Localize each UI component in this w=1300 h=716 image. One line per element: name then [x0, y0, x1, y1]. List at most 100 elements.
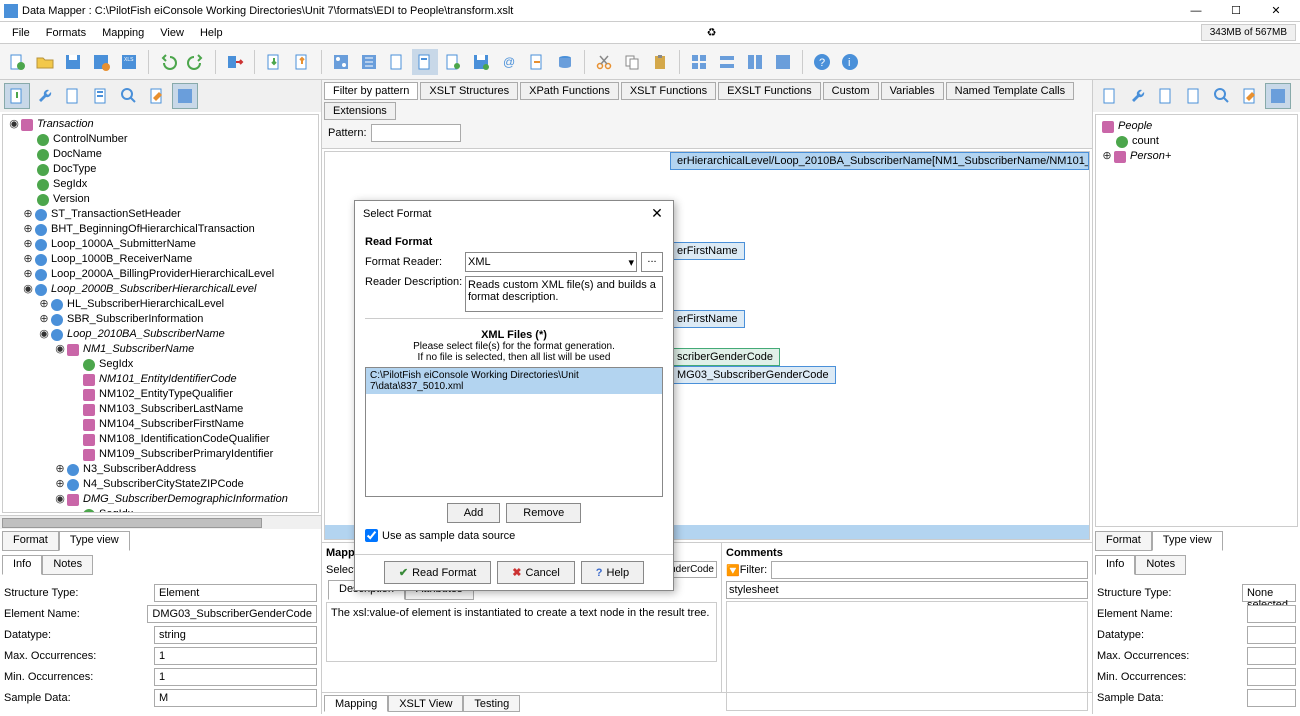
right-tb-1-icon[interactable] [1097, 83, 1123, 109]
tree-node[interactable]: BHT_BeginningOfHierarchicalTransaction [49, 222, 257, 237]
grid-2-icon[interactable] [714, 49, 740, 75]
tree-node[interactable]: Loop_1000B_ReceiverName [49, 252, 194, 267]
min-occ-field[interactable] [1247, 668, 1296, 686]
filter-tab-exslt[interactable]: EXSLT Functions [718, 82, 821, 100]
tree-node[interactable]: ST_TransactionSetHeader [49, 207, 183, 222]
left-tb-7-icon[interactable] [172, 83, 198, 109]
menu-view[interactable]: View [152, 25, 192, 41]
expand-toggle[interactable]: ◉ [55, 492, 65, 507]
maximize-button[interactable]: ☐ [1216, 1, 1256, 21]
tool-5-icon[interactable] [440, 49, 466, 75]
grid-3-icon[interactable] [742, 49, 768, 75]
tree-node[interactable]: NM108_IdentificationCodeQualifier [97, 432, 272, 447]
format-reader-browse[interactable]: ... [641, 252, 663, 272]
menu-mapping[interactable]: Mapping [94, 25, 152, 41]
expand-toggle[interactable]: ⊕ [23, 207, 33, 222]
tree-node[interactable]: SegIdx [97, 357, 135, 372]
tree-root[interactable]: People [1116, 119, 1154, 134]
tree-node[interactable]: HL_SubscriberHierarchicalLevel [65, 297, 226, 312]
expand-toggle[interactable]: ⊕ [39, 297, 49, 312]
save-xls-icon[interactable]: XLS [116, 49, 142, 75]
element-name-field[interactable] [1247, 605, 1296, 623]
add-button[interactable]: Add [447, 503, 501, 523]
target-tree[interactable]: People count ⊕Person+ [1095, 114, 1298, 527]
tree-root[interactable]: Transaction [35, 117, 96, 132]
left-tb-1-icon[interactable] [4, 83, 30, 109]
tree-node[interactable]: Loop_2000B_SubscriberHierarchicalLevel [49, 282, 258, 297]
tool-6-icon[interactable] [468, 49, 494, 75]
tab-notes-r[interactable]: Notes [1135, 555, 1186, 575]
expand-toggle[interactable]: ◉ [39, 327, 49, 342]
map-node[interactable]: scriberGenderCode [670, 348, 780, 366]
tree-node[interactable]: N3_SubscriberAddress [81, 462, 198, 477]
element-name-field[interactable]: DMG03_SubscriberGenderCode [147, 605, 317, 623]
filter-tab-xslt-struct[interactable]: XSLT Structures [420, 82, 518, 100]
expand-toggle[interactable]: ◉ [23, 282, 33, 297]
tree-node[interactable]: Loop_1000A_SubmitterName [49, 237, 198, 252]
tab-format-r[interactable]: Format [1095, 531, 1152, 551]
expand-toggle[interactable]: ⊕ [39, 312, 49, 327]
tool-7-icon[interactable]: @ [496, 49, 522, 75]
tree-node[interactable]: SegIdx [51, 177, 89, 192]
help-button[interactable]: ?Help [581, 561, 644, 584]
right-tb-wrench-icon[interactable] [1125, 83, 1151, 109]
save-icon[interactable] [60, 49, 86, 75]
menu-help[interactable]: Help [192, 25, 231, 41]
datatype-field[interactable] [1247, 626, 1296, 644]
expand-toggle[interactable]: ◉ [9, 117, 19, 132]
export-icon[interactable] [289, 49, 315, 75]
right-tb-edit-icon[interactable] [1237, 83, 1263, 109]
expand-toggle[interactable]: ⊕ [1102, 149, 1112, 164]
mapping-path[interactable]: erHierarchicalLevel/Loop_2010BA_Subscrib… [670, 152, 1089, 170]
file-list[interactable]: C:\PilotFish eiConsole Working Directori… [365, 367, 663, 497]
map-node[interactable]: erFirstName [670, 310, 745, 328]
file-item[interactable]: C:\PilotFish eiConsole Working Directori… [366, 368, 662, 394]
comments-input[interactable]: stylesheet [726, 581, 1088, 599]
menu-file[interactable]: File [4, 25, 38, 41]
right-tb-3-icon[interactable] [1153, 83, 1179, 109]
tool-2-icon[interactable] [356, 49, 382, 75]
undo-icon[interactable] [155, 49, 181, 75]
tab-testing[interactable]: Testing [463, 695, 520, 712]
max-occ-field[interactable]: 1 [154, 647, 317, 665]
tab-mapping[interactable]: Mapping [324, 695, 388, 712]
copy-icon[interactable] [619, 49, 645, 75]
open-icon[interactable] [32, 49, 58, 75]
left-tb-3-icon[interactable] [60, 83, 86, 109]
cancel-button[interactable]: ✖Cancel [497, 561, 574, 584]
close-button[interactable]: ✕ [1256, 1, 1296, 21]
comments-filter-input[interactable] [771, 561, 1088, 579]
tool-1-icon[interactable] [328, 49, 354, 75]
tool-3-icon[interactable] [384, 49, 410, 75]
filter-tab-custom[interactable]: Custom [823, 82, 879, 100]
sample-data-checkbox[interactable] [365, 529, 378, 542]
filter-tab-xslt-func[interactable]: XSLT Functions [621, 82, 716, 100]
source-tree[interactable]: ◉Transaction ControlNumber DocName DocTy… [2, 114, 319, 513]
grid-1-icon[interactable] [686, 49, 712, 75]
cut-icon[interactable] [591, 49, 617, 75]
filter-tab-pattern[interactable]: Filter by pattern [324, 82, 418, 100]
expand-toggle[interactable]: ⊕ [55, 462, 65, 477]
tree-node[interactable]: count [1130, 134, 1161, 149]
left-tb-wrench-icon[interactable] [32, 83, 58, 109]
tree-node[interactable]: NM109_SubscriberPrimaryIdentifier [97, 447, 275, 462]
remove-button[interactable]: Remove [506, 503, 581, 523]
paste-icon[interactable] [647, 49, 673, 75]
tree-node[interactable]: Loop_2010BA_SubscriberName [65, 327, 227, 342]
save-as-icon[interactable] [88, 49, 114, 75]
right-tb-search-icon[interactable] [1209, 83, 1235, 109]
tab-typeview[interactable]: Type view [59, 531, 130, 551]
tree-node[interactable]: NM101_EntityIdentifierCode [97, 372, 239, 387]
import-icon[interactable] [261, 49, 287, 75]
left-tb-4-icon[interactable] [88, 83, 114, 109]
expand-toggle[interactable]: ⊕ [23, 237, 33, 252]
redo-icon[interactable] [183, 49, 209, 75]
tree-node[interactable]: NM102_EntityTypeQualifier [97, 387, 235, 402]
datatype-field[interactable]: string [154, 626, 317, 644]
expand-toggle[interactable]: ⊕ [23, 222, 33, 237]
expand-toggle[interactable]: ⊕ [55, 477, 65, 492]
min-occ-field[interactable]: 1 [154, 668, 317, 686]
exit-icon[interactable] [222, 49, 248, 75]
info-icon[interactable]: i [837, 49, 863, 75]
map-node[interactable]: MG03_SubscriberGenderCode [670, 366, 836, 384]
